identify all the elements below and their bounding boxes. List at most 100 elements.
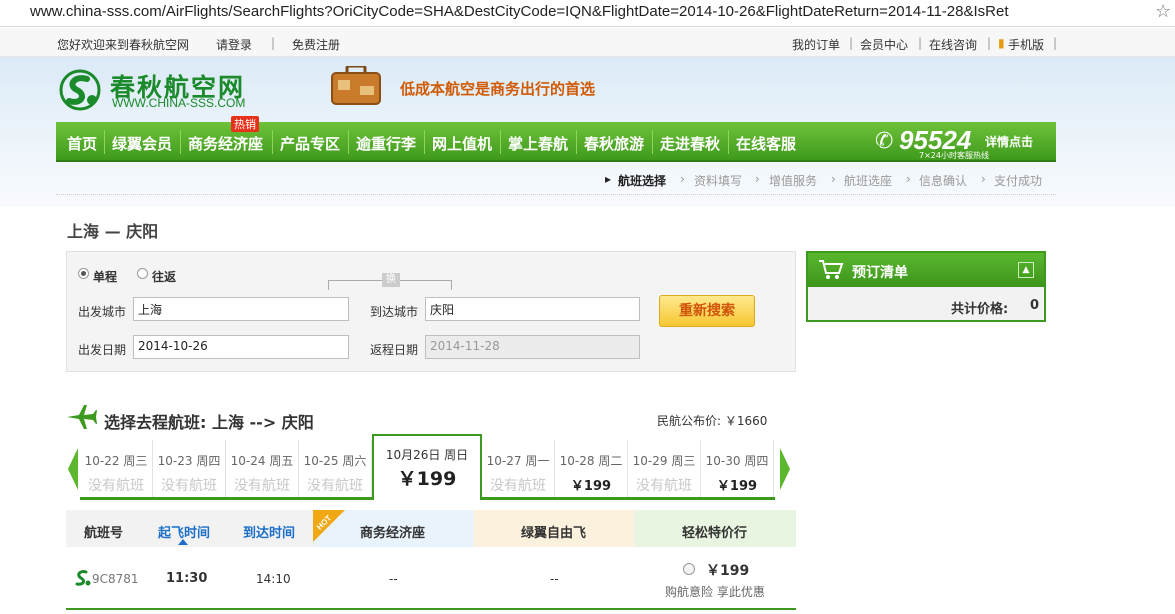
date-tab-date: 10-25 周六 — [303, 454, 367, 468]
bookmark-star-icon[interactable]: ☆ — [1155, 1, 1171, 22]
nav-divider — [272, 130, 273, 154]
green-free-price: -- — [550, 572, 559, 586]
nav-item-travel[interactable]: 春秋旅游 — [584, 133, 644, 154]
easy-price-note: 购航意险 享此优惠 — [665, 585, 765, 599]
date-tab[interactable]: 10-28 周二 ￥199 — [555, 440, 628, 497]
nav-divider — [728, 130, 729, 154]
spring-airlines-logo-icon[interactable] — [57, 69, 103, 111]
nav-item-products[interactable]: 产品专区 — [280, 133, 340, 154]
easy-price-value: ￥199 — [706, 563, 750, 579]
arrive-time: 14:10 — [256, 572, 291, 586]
my-orders-link[interactable]: 我的订单 — [792, 36, 840, 53]
business-price: -- — [389, 572, 398, 586]
nav-divider — [576, 130, 577, 154]
browser-address-bar[interactable]: www.china-sss.com/AirFlights/SearchFligh… — [0, 0, 1175, 27]
step-arrow-icon: › — [981, 172, 986, 186]
prev-week-arrow-icon[interactable] — [66, 446, 80, 492]
date-tab[interactable]: 10-30 周四 ￥199 — [701, 440, 774, 497]
roundtrip-label[interactable]: 往返 — [152, 268, 176, 285]
url-text[interactable]: www.china-sss.com/AirFlights/SearchFligh… — [30, 3, 1009, 20]
depart-date-label: 出发日期 — [78, 343, 127, 357]
to-city-label: 到达城市 — [370, 305, 419, 319]
from-city-label: 出发城市 — [78, 305, 127, 319]
nav-item-online-checkin[interactable]: 网上值机 — [432, 133, 492, 154]
step-arrow-icon: › — [755, 172, 760, 186]
nav-item-home[interactable]: 首页 — [67, 133, 97, 154]
date-tab[interactable]: 10-22 周三 没有航班 — [80, 440, 153, 497]
register-link[interactable]: 免费注册 — [292, 36, 340, 53]
date-tab-date: 10月26日 周日 — [385, 448, 469, 462]
shopping-cart-icon — [819, 260, 844, 279]
nav-item-about[interactable]: 走进春秋 — [660, 133, 720, 154]
next-week-arrow-icon[interactable] — [778, 446, 792, 492]
date-tab-date: 10-29 周三 — [632, 454, 696, 468]
collapse-icon[interactable]: ▲ — [1018, 262, 1034, 278]
col-easy-price: 轻松特价行 — [682, 526, 748, 541]
welcome-text: 您好欢迎来到春秋航空网 — [57, 38, 190, 52]
date-tab[interactable]: 10-29 周三 没有航班 — [628, 440, 701, 497]
roundtrip-radio[interactable] — [137, 268, 148, 279]
research-button[interactable]: 重新搜索 — [659, 295, 755, 327]
total-price-value: 0 — [1030, 298, 1040, 313]
total-price-label: 共计价格: — [951, 302, 1009, 317]
online-consult-link[interactable]: 在线咨询 — [929, 36, 977, 53]
date-tab[interactable]: 10-27 周一 没有航班 — [482, 440, 555, 497]
nav-item-excess-baggage[interactable]: 逾重行李 — [356, 133, 416, 154]
date-tab-price: 没有航班 — [490, 478, 546, 494]
top-utility-bar: 您好欢迎来到春秋航空网 请登录 | 免费注册 我的订单 | 会员中心 | 在线咨… — [0, 28, 1175, 57]
suitcase-icon — [331, 66, 381, 105]
hotline-detail-link[interactable]: 详情点击 — [985, 133, 1033, 150]
col-flight-no: 航班号 — [84, 526, 124, 541]
swap-cities-button[interactable]: 换 — [382, 273, 400, 287]
date-tab-price: 没有航班 — [234, 478, 290, 494]
date-tab[interactable]: 10-23 周四 没有航班 — [153, 440, 226, 497]
table-row: 9C8781 11:30 14:10 -- -- ￥199 购航意险 享此优惠 — [66, 548, 796, 610]
col-arrive-time[interactable]: 到达时间 — [243, 522, 295, 541]
member-center-link[interactable]: 会员中心 — [860, 36, 908, 53]
divider: | — [849, 36, 854, 50]
hot-tag-icon: HOT — [313, 510, 345, 542]
nav-divider — [424, 130, 425, 154]
oneway-radio[interactable] — [78, 268, 89, 279]
date-tab-price: 没有航班 — [161, 478, 217, 494]
date-tab-price: ￥199 — [570, 479, 612, 494]
nav-item-mobile-app[interactable]: 掌上春航 — [508, 133, 568, 154]
hot-sale-badge: 热销 — [231, 116, 259, 132]
col-business-class: 商务经济座 — [360, 526, 426, 541]
nav-divider — [104, 130, 105, 154]
return-date-input[interactable]: 2014-11-28 — [425, 335, 640, 359]
date-tab[interactable]: 10-24 周五 没有航班 — [226, 440, 299, 497]
oneway-label[interactable]: 单程 — [93, 268, 117, 285]
nav-item-green-member[interactable]: 绿翼会员 — [112, 133, 172, 154]
logo-english-text[interactable]: WWW.CHINA-SSS.COM — [112, 96, 245, 110]
date-tab-selected[interactable]: 10月26日 周日 ￥199 — [372, 434, 482, 500]
step-value-added: 增值服务 — [769, 174, 818, 188]
date-tab-price: 没有航班 — [636, 478, 692, 494]
date-tab-price: ￥199 — [397, 468, 457, 490]
date-tab[interactable]: 10-25 周六 没有航班 — [299, 440, 372, 497]
date-tab-date: 10-30 周四 — [705, 454, 769, 468]
divider: | — [918, 36, 923, 50]
easy-price-radio[interactable] — [683, 563, 695, 575]
sort-up-icon — [178, 539, 188, 545]
select-flight-title: 选择去程航班: 上海 --> 庆阳 — [104, 413, 314, 432]
step-confirm: 信息确认 — [919, 174, 968, 188]
step-arrow-icon: › — [906, 172, 911, 186]
step-flight-selection: 航班选择 — [618, 174, 667, 188]
step-arrow-icon: ▸ — [605, 172, 612, 186]
airline-logo-icon — [75, 570, 91, 586]
login-link[interactable]: 请登录 — [216, 36, 252, 53]
to-city-input[interactable]: 庆阳 — [425, 297, 640, 321]
mobile-version-link[interactable]: 手机版 — [1008, 36, 1044, 53]
cart-title: 预订清单 — [852, 265, 908, 281]
date-tab-price: 没有航班 — [88, 478, 144, 494]
col-green-free: 绿翼自由飞 — [521, 526, 587, 541]
date-tab-date: 10-27 周一 — [486, 454, 550, 468]
from-city-input[interactable]: 上海 — [133, 297, 349, 321]
mobile-phone-icon: ▮ — [998, 36, 1005, 50]
slogan-text: 低成本航空是商务出行的首选 — [400, 80, 596, 98]
depart-time: 11:30 — [166, 571, 208, 586]
nav-item-customer-service[interactable]: 在线客服 — [736, 133, 796, 154]
depart-date-input[interactable]: 2014-10-26 — [133, 335, 349, 359]
nav-item-business-class[interactable]: 商务经济座 — [188, 133, 263, 154]
